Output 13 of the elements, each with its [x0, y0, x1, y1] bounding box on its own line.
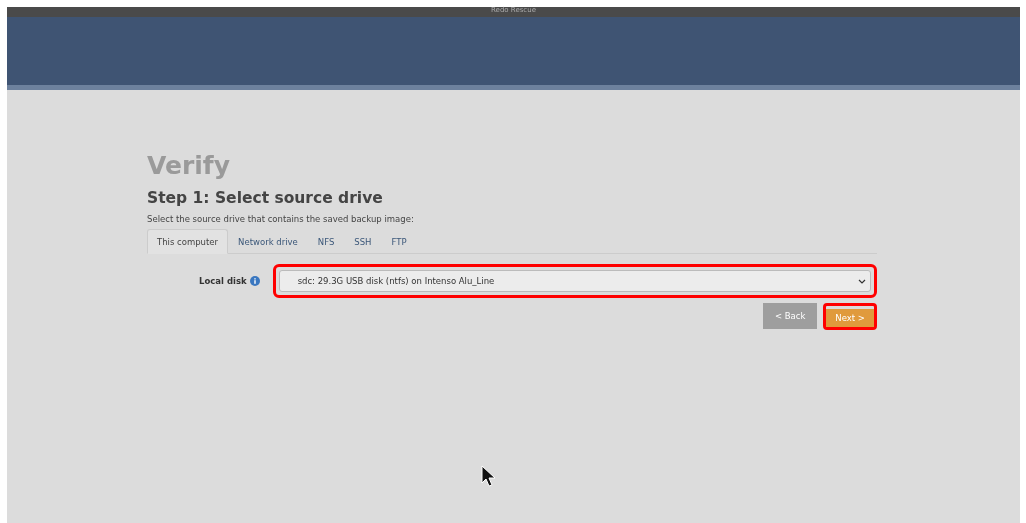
step-title: Step 1: Select source drive — [147, 188, 384, 208]
page-title: Verify — [147, 151, 231, 181]
info-icon[interactable] — [249, 276, 260, 286]
tab[interactable]: NFS — [307, 229, 345, 254]
field-label: Local disk — [199, 276, 247, 286]
description-text: Select the source drive that contains the saved backup image: — [147, 213, 415, 225]
caret-icon — [858, 278, 866, 284]
local-disk-dropdown[interactable]: sdc: 29.3G USB disk (ntfs) on Intenso Alu_Line — [278, 270, 871, 292]
tab[interactable]: This computer — [147, 229, 229, 254]
tab[interactable]: SSH — [344, 229, 382, 254]
tab[interactable]: Network drive — [228, 229, 308, 254]
mouse-cursor-icon — [481, 465, 495, 487]
tab[interactable]: FTP — [381, 229, 417, 254]
